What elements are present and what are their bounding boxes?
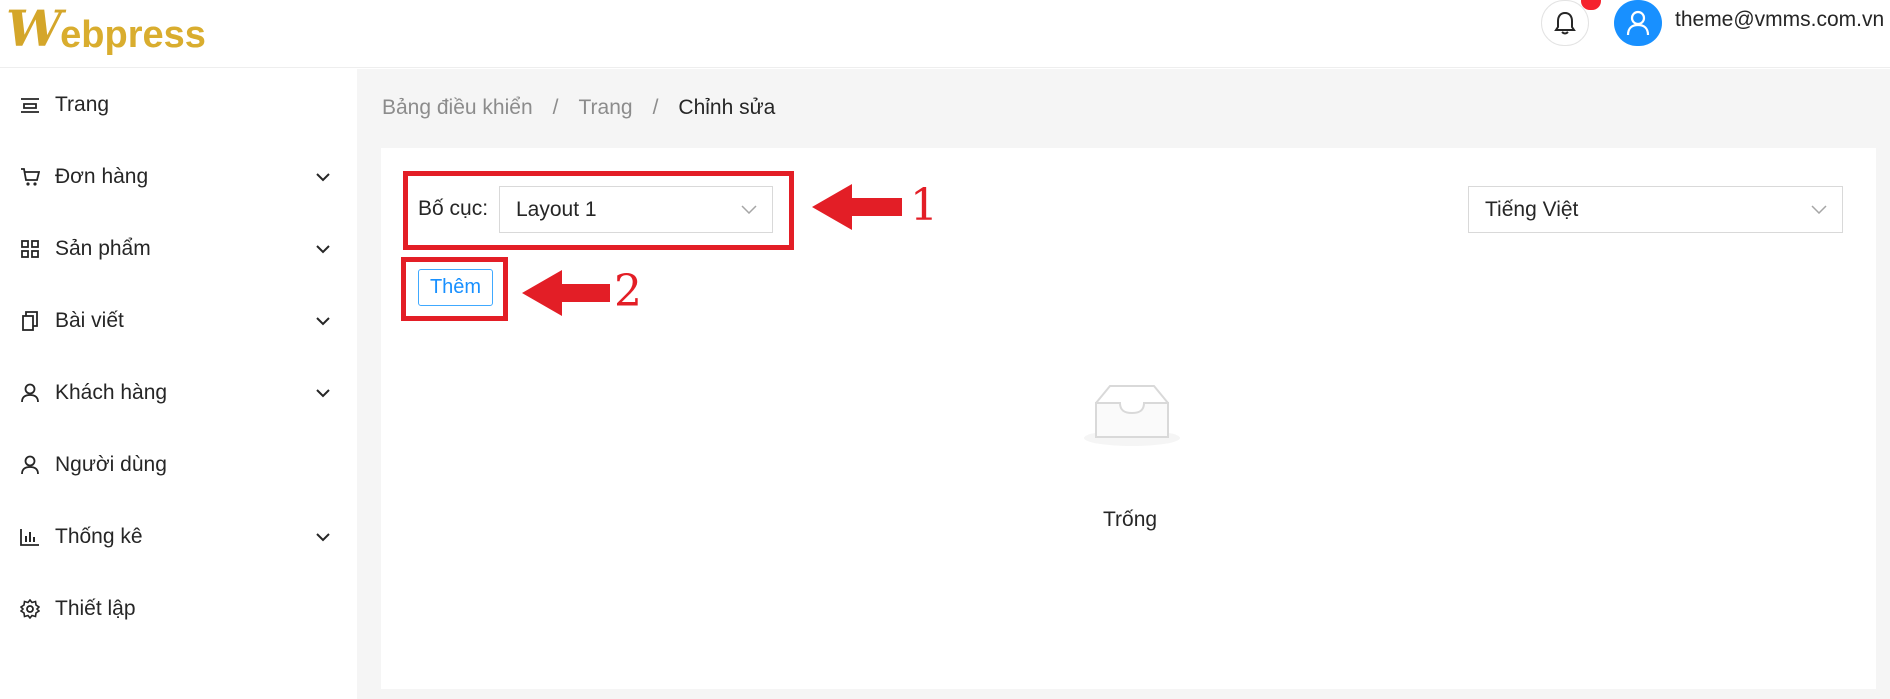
breadcrumb-item-page[interactable]: Trang: [578, 96, 632, 120]
sidebar-item-label: Trang: [55, 93, 110, 116]
language-select-value: Tiếng Việt: [1485, 197, 1579, 221]
chevron-down-icon: [313, 527, 333, 547]
notification-button[interactable]: [1541, 0, 1589, 46]
language-select[interactable]: Tiếng Việt: [1468, 186, 1843, 233]
breadcrumb-separator: /: [652, 96, 659, 119]
chevron-down-icon: [313, 239, 333, 259]
sidebar: Trang Đơn hàng Sản phẩm Bài viết Khách h…: [0, 69, 357, 649]
breadcrumb-item-current: Chỉnh sửa: [678, 96, 776, 119]
top-header: W ebpress theme@vmms.com.vn: [0, 0, 1890, 68]
sidebar-item-trang[interactable]: Trang: [0, 69, 357, 141]
logo-text: ebpress: [60, 14, 206, 56]
empty-text: Trống: [1103, 508, 1158, 531]
breadcrumb-item-dashboard[interactable]: Bảng điều khiển: [382, 96, 533, 120]
sidebar-item-label: Người dùng: [55, 453, 167, 476]
sidebar-item-label: Khách hàng: [55, 381, 168, 404]
sidebar-item-label: Sản phẩm: [55, 237, 151, 260]
bell-icon: [1554, 11, 1576, 35]
empty-inbox-icon: [1084, 385, 1180, 446]
webpress-logo[interactable]: W ebpress: [6, 0, 206, 58]
chevron-down-icon: [313, 167, 333, 187]
avatar[interactable]: [1614, 0, 1662, 46]
sidebar-item-san-pham[interactable]: Sản phẩm: [0, 213, 357, 285]
chevron-down-icon: [1810, 201, 1828, 219]
annotation-arrow-2: [522, 270, 610, 316]
breadcrumb-separator: /: [552, 96, 559, 119]
breadcrumb: Bảng điều khiển / Trang / Chỉnh sửa: [382, 96, 775, 120]
annotation-box-1: [403, 171, 794, 250]
sidebar-item-label: Thiết lập: [55, 597, 136, 620]
sidebar-item-nguoi-dung[interactable]: Người dùng: [0, 429, 357, 501]
chevron-down-icon: [313, 311, 333, 331]
sidebar-item-label: Đơn hàng: [55, 165, 149, 188]
sidebar-item-label: Bài viết: [55, 309, 124, 332]
user-icon: [18, 453, 42, 477]
user-icon: [18, 381, 42, 405]
sidebar-item-thiet-lap[interactable]: Thiết lập: [0, 573, 357, 645]
bar-chart-icon: [18, 525, 42, 549]
annotation-box-2: [401, 257, 508, 321]
user-avatar-icon: [1626, 10, 1650, 36]
copy-icon: [18, 309, 42, 333]
annotation-number-1: 1: [910, 180, 938, 231]
sidebar-item-thong-ke[interactable]: Thống kê: [0, 501, 357, 573]
annotation-arrow-1: [812, 184, 902, 230]
annotation-number-2: 2: [614, 266, 642, 317]
sidebar-item-don-hang[interactable]: Đơn hàng: [0, 141, 357, 213]
cart-icon: [18, 165, 42, 189]
page-icon: [18, 93, 42, 117]
chevron-down-icon: [313, 383, 333, 403]
sidebar-item-khach-hang[interactable]: Khách hàng: [0, 357, 357, 429]
logo-mark: W: [6, 0, 62, 58]
sidebar-item-label: Thống kê: [55, 525, 143, 548]
gear-icon: [18, 597, 42, 621]
grid-icon: [18, 237, 42, 261]
sidebar-item-bai-viet[interactable]: Bài viết: [0, 285, 357, 357]
user-email[interactable]: theme@vmms.com.vn: [1675, 8, 1884, 32]
